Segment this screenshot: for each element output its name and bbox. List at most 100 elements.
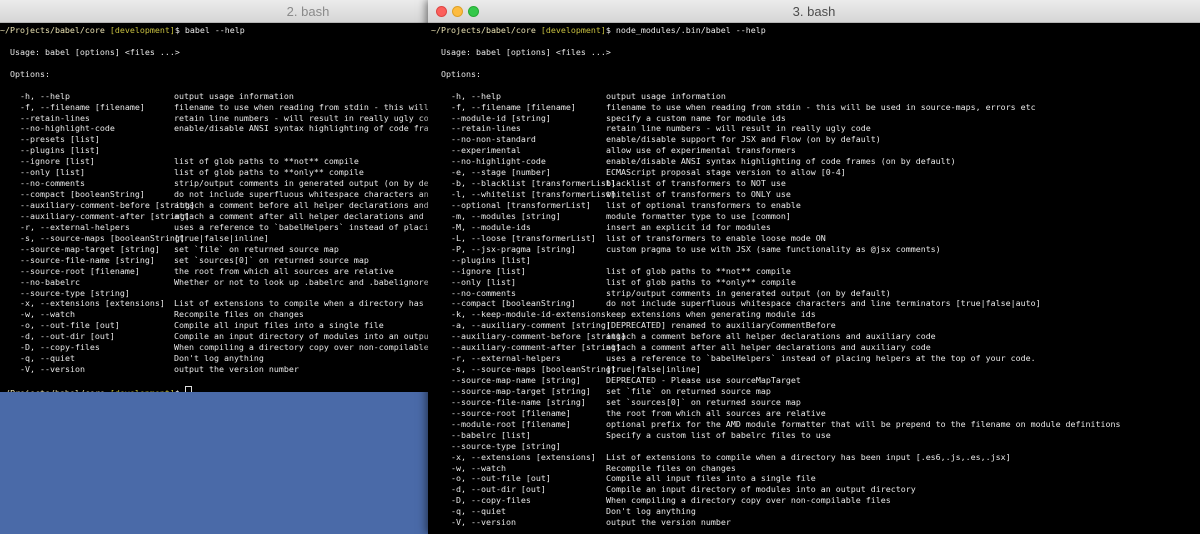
option-description: filename to use when reading from stdin … bbox=[606, 101, 1036, 112]
option-description: enable/disable ANSI syntax highlighting … bbox=[606, 156, 956, 167]
option-row: -o, --out-file [out] Compile all input fi… bbox=[451, 473, 1200, 484]
option-flag: --only [list] bbox=[20, 167, 85, 178]
window-title-bar[interactable]: 2. bash bbox=[0, 0, 428, 23]
option-row: -r, --external-helpers uses a reference t… bbox=[451, 353, 1200, 364]
option-description: allow use of experimental transformers bbox=[606, 145, 796, 156]
option-flag: -h, --help bbox=[20, 90, 70, 101]
option-row: -q, --quiet Don't log anything bbox=[451, 506, 1200, 517]
option-description: Recompile files on changes bbox=[174, 309, 304, 320]
option-row: --no-highlight-code enable/disable ANSI s… bbox=[451, 156, 1200, 167]
options-list: -h, --help output usage information -f, --… bbox=[451, 91, 1200, 529]
option-description: [true|false|inline] bbox=[174, 232, 269, 243]
option-row: --module-id [string] specify a custom nam… bbox=[451, 113, 1200, 124]
prompt-branch: [development] bbox=[110, 388, 175, 392]
option-row: --optional [transformerList] list of opti… bbox=[451, 200, 1200, 211]
option-flag: --auxiliary-comment-before [string] bbox=[20, 200, 195, 210]
option-row: --plugins [list] bbox=[451, 255, 1200, 266]
option-row: -d, --out-dir [out] Compile an input dire… bbox=[451, 484, 1200, 495]
option-flag: --ignore [list] bbox=[20, 156, 95, 167]
window-title-bar[interactable]: 3. bash bbox=[428, 0, 1200, 23]
terminal-window-2-bash[interactable]: 2. bash ~/Projects/babel/core [developme… bbox=[0, 0, 428, 392]
option-row: -M, --module-ids insert an explicit id fo… bbox=[451, 222, 1200, 233]
option-description: strip/output comments in generated outpu… bbox=[174, 178, 428, 189]
option-row: --source-map-name [string] DEPRECATED - P… bbox=[451, 375, 1200, 386]
option-flag: -s, --source-maps [booleanString] bbox=[20, 232, 185, 243]
option-flag: -d, --out-dir [out] bbox=[451, 484, 546, 495]
option-description: output usage information bbox=[606, 90, 726, 101]
option-description: output the version number bbox=[174, 364, 299, 375]
option-description: list of glob paths to **not** compile bbox=[606, 265, 791, 276]
option-description: list of glob paths to **only** compile bbox=[174, 167, 364, 178]
option-description: attach a comment before all helper decla… bbox=[174, 200, 428, 210]
terminal-window-3-bash[interactable]: 3. bash ~/Projects/babel/core [developme… bbox=[428, 0, 1200, 534]
option-row: -D, --copy-files When compiling a directo… bbox=[20, 342, 428, 353]
prompt-path: ~/Projects/babel/core bbox=[431, 25, 536, 35]
option-flag: -M, --module-ids bbox=[451, 221, 531, 232]
option-row: --auxiliary-comment-before [string] attac… bbox=[20, 200, 428, 211]
option-row: --retain-lines retain line numbers - will… bbox=[451, 123, 1200, 134]
option-description: list of transformers to enable loose mod… bbox=[606, 232, 826, 243]
prompt-symbol: $ bbox=[175, 388, 180, 392]
option-flag: --babelrc [list] bbox=[451, 429, 531, 440]
option-description: output the version number bbox=[606, 517, 731, 528]
option-description: set `sources[0]` on returned source map bbox=[174, 254, 369, 265]
terminal-output[interactable]: ~/Projects/babel/core [development]$ nod… bbox=[428, 23, 1200, 534]
prompt-symbol: $ bbox=[174, 25, 180, 35]
option-flag: --no-highlight-code bbox=[20, 123, 115, 134]
option-row: --babelrc [list] Specify a custom list of… bbox=[451, 430, 1200, 441]
option-description: ECMAScript proposal stage version to all… bbox=[606, 167, 846, 178]
option-row: --auxiliary-comment-after [string] attach… bbox=[451, 342, 1200, 353]
option-flag: -s, --source-maps [booleanString] bbox=[451, 364, 616, 375]
option-flag: -V, --version bbox=[451, 517, 516, 528]
option-flag: -x, --extensions [extensions] bbox=[451, 451, 596, 462]
option-flag: --plugins [list] bbox=[20, 145, 100, 156]
option-flag: --only [list] bbox=[451, 276, 516, 287]
option-description: When compiling a directory copy over non… bbox=[174, 342, 428, 353]
option-description: do not include superfluous whitespace ch… bbox=[174, 189, 428, 200]
option-description: Don't log anything bbox=[606, 506, 696, 517]
option-flag: -w, --watch bbox=[451, 462, 506, 473]
option-row: --source-map-target [string] set `file` o… bbox=[451, 386, 1200, 397]
option-description: set `sources[0]` on returned source map bbox=[606, 396, 801, 407]
terminal-output[interactable]: ~/Projects/babel/core [development]$ bab… bbox=[0, 23, 428, 392]
option-flag: --source-map-name [string] bbox=[451, 375, 581, 385]
option-flag: --auxiliary-comment-after [string] bbox=[20, 210, 190, 221]
option-description: retain line numbers - will result in rea… bbox=[174, 112, 428, 123]
option-description: [DEPRECATED] renamed to auxiliaryComment… bbox=[606, 320, 836, 331]
option-row: --compact [booleanString] do not include … bbox=[451, 298, 1200, 309]
option-flag: -L, --loose [transformerList] bbox=[451, 232, 596, 243]
option-description: Compile an input directory of modules in… bbox=[174, 331, 428, 342]
option-description: set `file` on returned source map bbox=[606, 385, 771, 396]
text-cursor bbox=[184, 385, 192, 392]
option-flag: -b, --blacklist [transformerList] bbox=[451, 178, 616, 189]
option-flag: -x, --extensions [extensions] bbox=[20, 298, 165, 309]
option-flag: --source-root [filename] bbox=[451, 407, 571, 418]
option-description: Compile all input files into a single fi… bbox=[174, 320, 384, 331]
option-description: filename to use when reading from stdin … bbox=[174, 101, 428, 112]
option-row: -x, --extensions [extensions] List of ext… bbox=[451, 452, 1200, 463]
option-row: --no-non-standard enable/disable support … bbox=[451, 134, 1200, 145]
option-flag: -o, --out-file [out] bbox=[451, 473, 551, 484]
option-row: --source-file-name [string] set `sources[… bbox=[451, 397, 1200, 408]
option-flag: --experimental bbox=[451, 145, 521, 156]
option-row: --no-comments strip/output comments in ge… bbox=[20, 178, 428, 189]
option-description: Specify a custom list of babelrc files t… bbox=[606, 429, 831, 440]
option-description: list of glob paths to **not** compile bbox=[174, 156, 359, 167]
option-row: -s, --source-maps [booleanString] [true|f… bbox=[451, 364, 1200, 375]
window-title: 2. bash bbox=[286, 4, 330, 19]
option-flag: -D, --copy-files bbox=[20, 342, 100, 353]
option-row: -w, --watch Recompile files on changes bbox=[451, 463, 1200, 474]
option-description: Compile all input files into a single fi… bbox=[606, 473, 816, 484]
option-row: -h, --help output usage information bbox=[451, 91, 1200, 102]
option-description: insert an explicit id for modules bbox=[606, 221, 771, 232]
usage-line: Usage: babel [options] <files ...> bbox=[441, 46, 611, 57]
window-title: 3. bash bbox=[792, 4, 836, 19]
option-row: -x, --extensions [extensions] List of ext… bbox=[20, 298, 428, 309]
prompt-line-current[interactable]: ~/Projects/babel/core [development]$ bbox=[0, 385, 428, 392]
option-description: specify a custom name for module ids bbox=[606, 112, 786, 123]
option-row: --source-root [filename] the root from wh… bbox=[20, 266, 428, 277]
option-flag: --source-file-name [string] bbox=[451, 396, 586, 407]
option-flag: -o, --out-file [out] bbox=[20, 320, 120, 331]
option-flag: --optional [transformerList] bbox=[451, 200, 591, 210]
option-row: -f, --filename [filename] filename to use… bbox=[451, 102, 1200, 113]
